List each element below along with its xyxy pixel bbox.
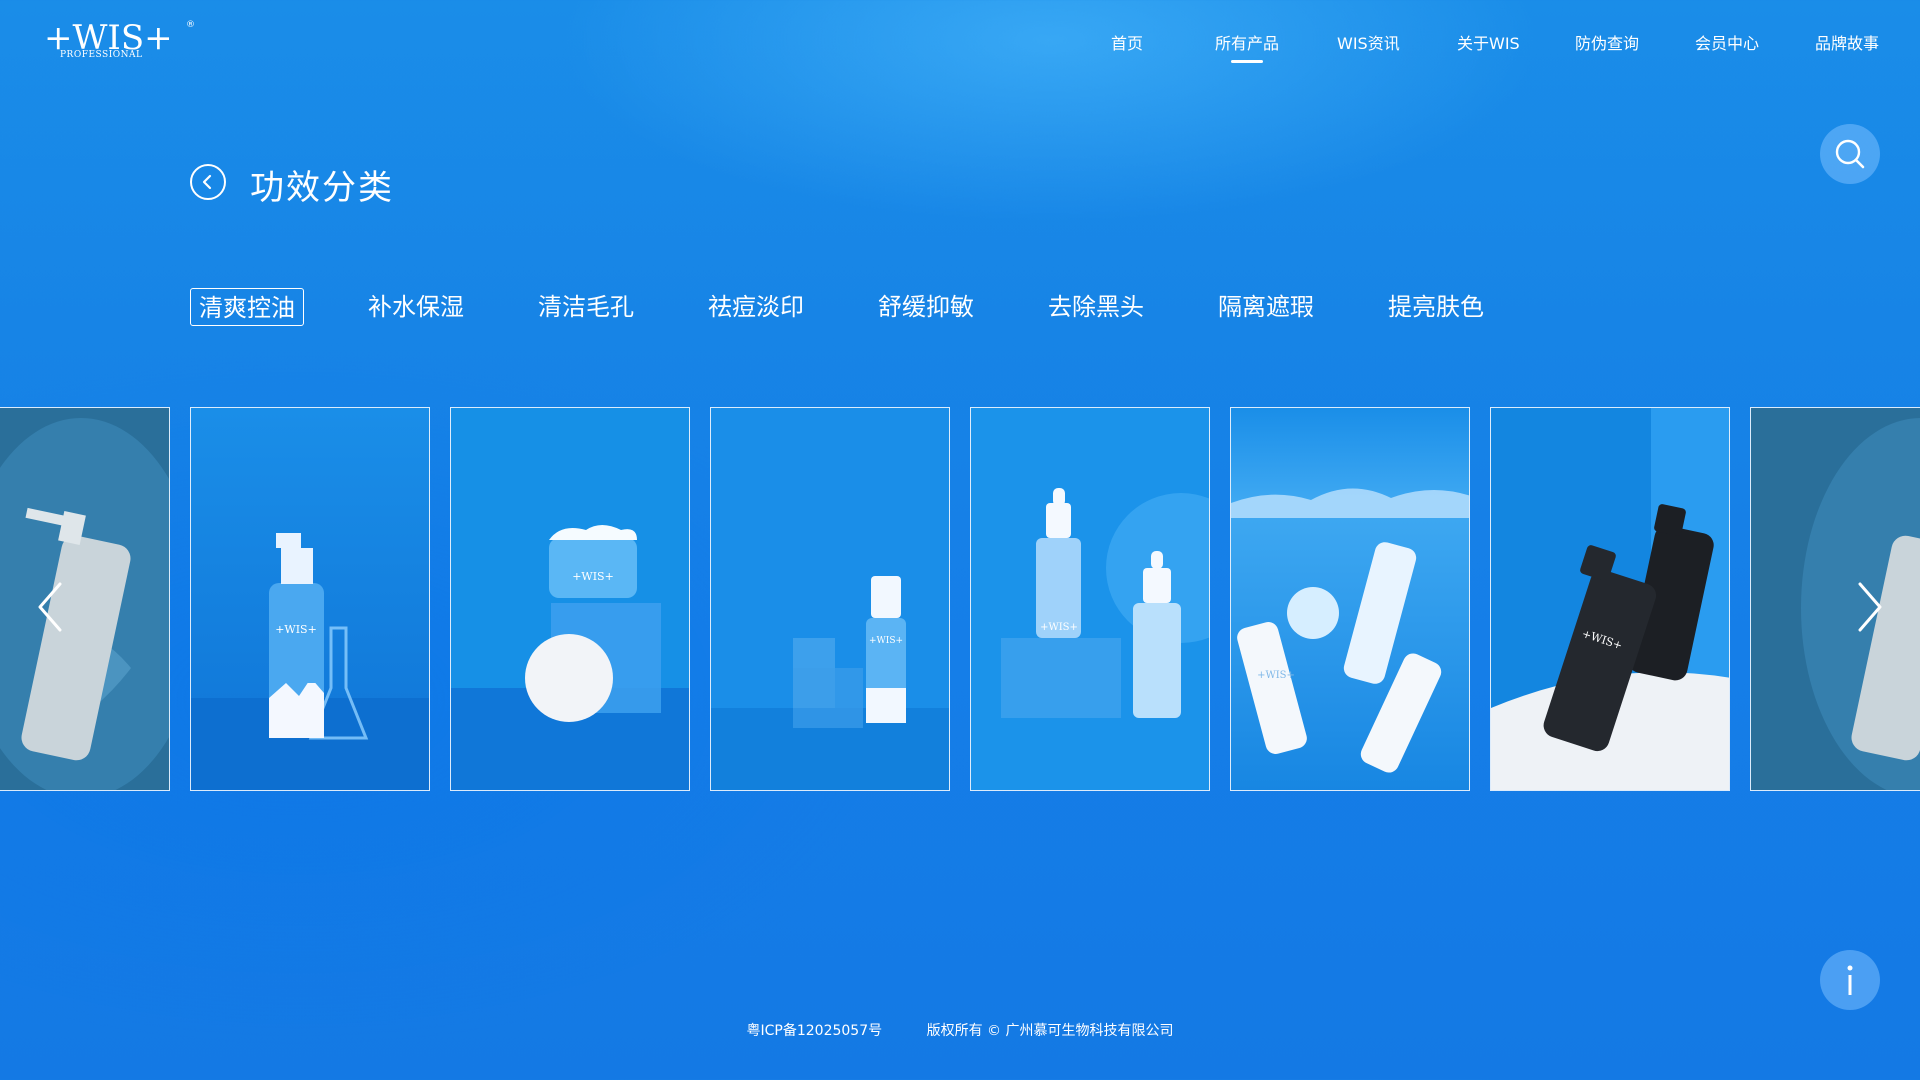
tab-brightening[interactable]: 提亮肤色 (1380, 288, 1492, 326)
chevron-right-icon (1858, 582, 1882, 632)
back-button[interactable] (190, 164, 226, 200)
main-nav: 首页 所有产品 WIS资讯 关于WIS 防伪查询 会员中心 品牌故事 (0, 30, 1920, 60)
tab-concealer[interactable]: 隔离遮瑕 (1210, 288, 1322, 326)
icp-license[interactable]: 粤ICP备12025057号 (747, 1023, 883, 1039)
tab-soothing[interactable]: 舒缓抑敏 (870, 288, 982, 326)
nav-item-about[interactable]: 关于WIS (1457, 30, 1520, 54)
search-icon (1835, 139, 1865, 169)
product-card[interactable] (0, 407, 170, 791)
carousel-prev-button[interactable] (30, 577, 70, 637)
carousel-next-button[interactable] (1850, 577, 1890, 637)
info-icon (1847, 965, 1853, 995)
product-brand-text: +WIS+ (572, 570, 614, 583)
page-title: 功效分类 (250, 168, 394, 208)
tab-pore-cleansing[interactable]: 清洁毛孔 (530, 288, 642, 326)
back-arrow-icon (202, 174, 212, 190)
product-brand-text: +WIS+ (275, 623, 317, 636)
chevron-left-icon (38, 582, 62, 632)
nav-item-member-center[interactable]: 会员中心 (1695, 30, 1759, 54)
nav-item-all-products[interactable]: 所有产品 (1215, 30, 1279, 54)
product-brand-text: +WIS+ (1040, 622, 1078, 633)
footer: 粤ICP备12025057号 版权所有 © 广州慕可生物科技有限公司 (0, 1020, 1920, 1040)
copyright-text: 版权所有 © 广州慕可生物科技有限公司 (926, 1023, 1174, 1039)
tab-blackhead[interactable]: 去除黑头 (1040, 288, 1152, 326)
nav-item-anti-counterfeit[interactable]: 防伪查询 (1575, 30, 1639, 54)
product-brand-text: +WIS+ (869, 636, 903, 646)
product-carousel: +WIS+ +WIS+ +WIS+ +WIS+ +WIS+ +WIS+ (0, 407, 1920, 793)
nav-item-news[interactable]: WIS资讯 (1337, 30, 1400, 54)
product-card[interactable]: +WIS+ (1230, 407, 1470, 791)
tab-oil-control[interactable]: 清爽控油 (190, 288, 304, 326)
nav-item-brand-story[interactable]: 品牌故事 (1815, 30, 1879, 54)
tab-hydrating[interactable]: 补水保湿 (360, 288, 472, 326)
product-card[interactable] (1750, 407, 1920, 791)
product-brand-text: +WIS+ (1257, 670, 1295, 681)
info-button[interactable] (1820, 950, 1880, 1010)
search-button[interactable] (1820, 124, 1880, 184)
nav-item-home[interactable]: 首页 (1111, 30, 1143, 54)
tab-acne[interactable]: 祛痘淡印 (700, 288, 812, 326)
product-card[interactable]: +WIS+ (450, 407, 690, 791)
product-card[interactable]: +WIS+ (1490, 407, 1730, 791)
product-card[interactable]: +WIS+ (190, 407, 430, 791)
registered-mark: ® (186, 20, 195, 30)
product-card[interactable]: +WIS+ (970, 407, 1210, 791)
product-card[interactable]: +WIS+ (710, 407, 950, 791)
